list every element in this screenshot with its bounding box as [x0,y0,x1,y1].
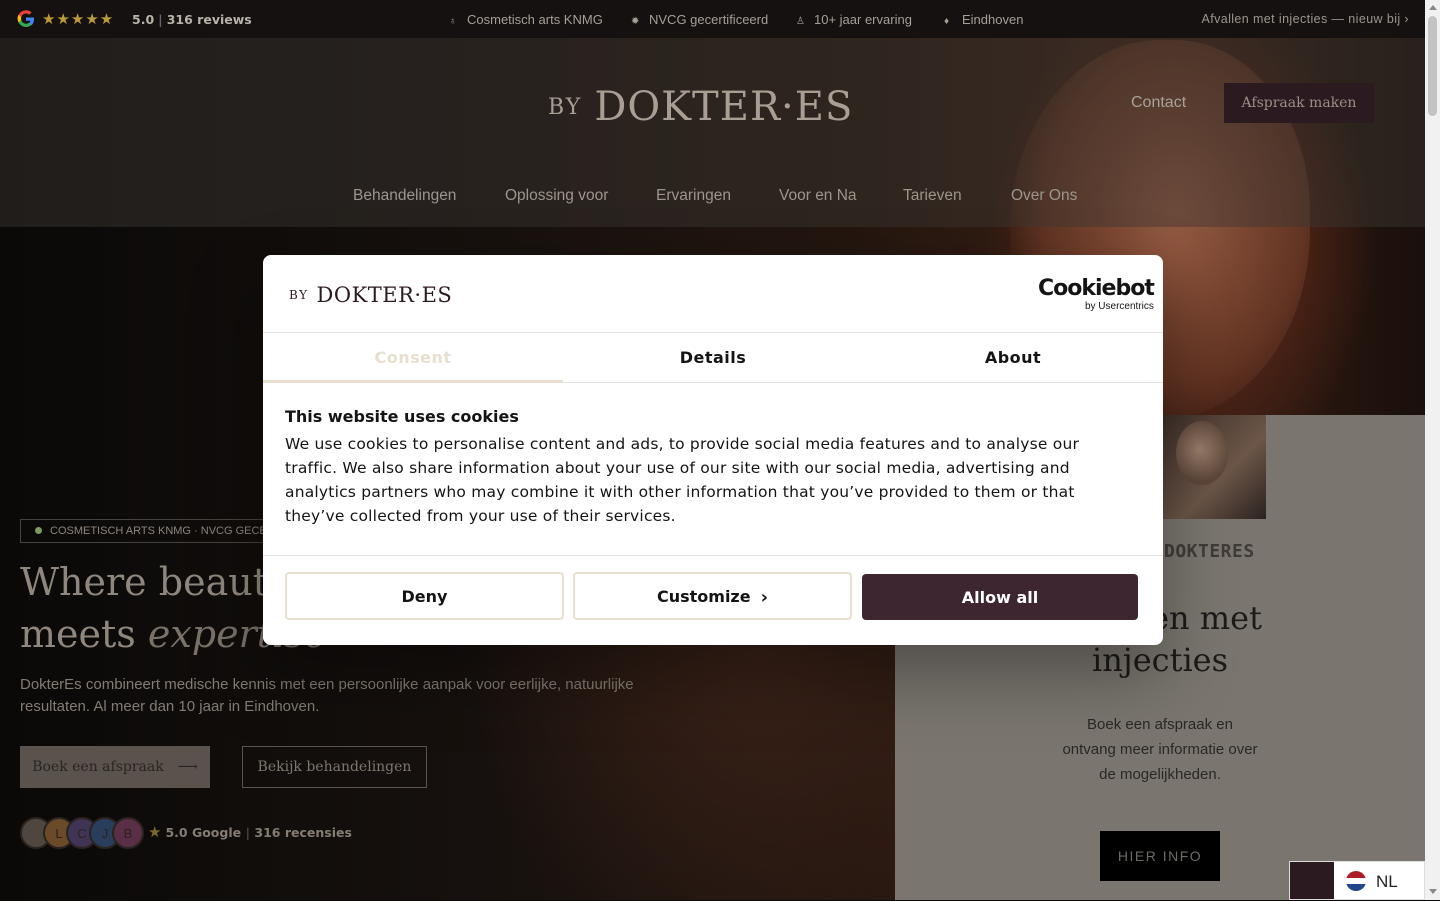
tab-details[interactable]: Details [563,333,863,382]
dialog-tabs: Consent Details About [263,333,1163,383]
dialog-logo-name: DOKTER·ES [316,283,453,307]
chevron-right-icon: › [760,586,769,608]
cookie-consent-dialog: BY DOKTER·ES Cookiebot by Usercentrics Co… [263,255,1163,645]
scroll-up-icon[interactable] [1429,5,1437,10]
language-switcher-accent [1290,862,1334,899]
customize-button[interactable]: Customize › [573,572,852,620]
cookiebot-wordmark: Cookiebot [1038,276,1155,301]
dialog-description: We use cookies to personalise content an… [285,435,1080,525]
dialog-heading: This website uses cookies [285,407,519,426]
scroll-down-icon[interactable] [1429,889,1437,894]
language-switcher[interactable]: NL [1289,861,1425,900]
allow-all-button[interactable]: Allow all [862,574,1138,620]
dialog-header: BY DOKTER·ES Cookiebot by Usercentrics [263,255,1163,333]
cookiebot-logo[interactable]: Cookiebot by Usercentrics [1038,276,1155,313]
scrollbar[interactable] [1425,0,1440,900]
dialog-logo-by: BY [289,288,309,302]
dialog-footer: Deny Customize › Allow all [263,555,1163,645]
tab-about[interactable]: About [863,333,1163,382]
language-code: NL [1376,872,1398,891]
scrollbar-thumb[interactable] [1428,16,1437,116]
customize-label: Customize [656,586,751,606]
dialog-logo: BY DOKTER·ES [289,283,452,307]
netherlands-flag-icon [1346,871,1366,891]
cookiebot-subtitle: by Usercentrics [1084,301,1154,312]
dialog-body: This website uses cookies We use cookies… [285,407,1125,528]
deny-button[interactable]: Deny [285,572,564,620]
tab-consent[interactable]: Consent [263,333,563,383]
